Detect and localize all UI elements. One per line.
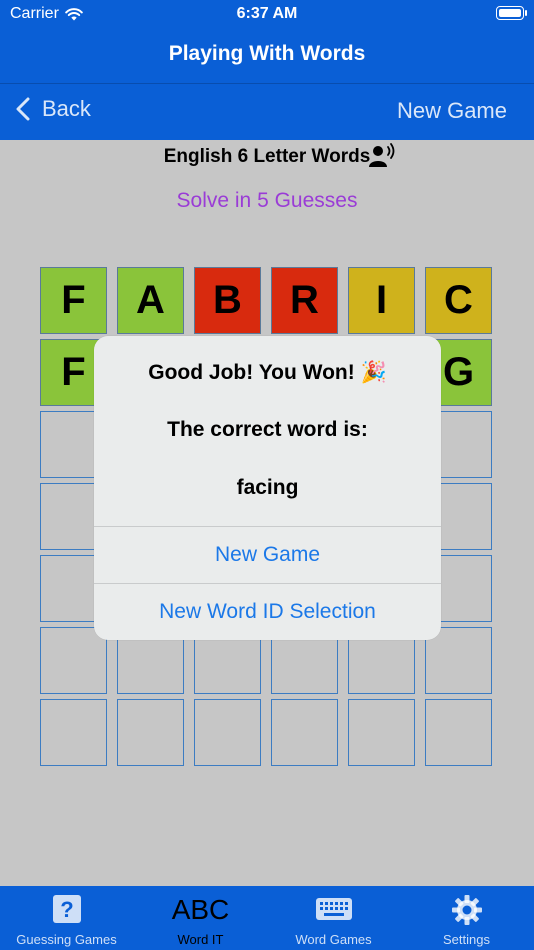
svg-text:?: ? <box>60 897 73 922</box>
header: Carrier 6:37 AM Playing With Words Back … <box>0 0 534 140</box>
grid-cell <box>271 699 338 766</box>
tab-label: Word Games <box>295 932 372 947</box>
tab-label: Guessing Games <box>16 932 117 947</box>
tab-word-games[interactable]: Word Games <box>267 886 400 950</box>
new-word-id-selection-button[interactable]: New Word ID Selection <box>94 584 441 640</box>
new-game-nav-button[interactable]: New Game <box>397 98 507 124</box>
status-time: 6:37 AM <box>236 5 298 22</box>
game-subtitle: English 6 Letter Words <box>163 146 371 167</box>
alert-word: facing <box>236 476 299 499</box>
alert-title: Good Job! You Won! 🎉 <box>148 361 387 384</box>
tab-settings[interactable]: Settings <box>400 886 533 950</box>
chevron-left-icon <box>16 97 30 121</box>
tab-label: Word IT <box>177 932 224 947</box>
grid-cell: B <box>194 267 261 334</box>
nav-divider <box>0 83 534 84</box>
tab-word-it[interactable]: ABC Word IT <box>134 886 267 950</box>
tab-bar: ? Guessing Games ABC Word IT Word Games <box>0 886 534 950</box>
alert-new-game-button[interactable]: New Game <box>94 527 441 583</box>
grid-cell: R <box>271 267 338 334</box>
back-button[interactable]: Back <box>16 96 91 122</box>
tab-label: Settings <box>443 932 490 947</box>
grid-cell: I <box>348 267 415 334</box>
grid-cell <box>117 699 184 766</box>
guesses-label: Solve in 5 Guesses <box>176 189 358 212</box>
abc-icon: ABC <box>171 894 230 925</box>
keyboard-icon <box>315 898 352 920</box>
grid-cell <box>425 699 492 766</box>
back-label: Back <box>42 96 91 121</box>
grid-cell <box>348 699 415 766</box>
grid-cell: F <box>40 267 107 334</box>
tab-guessing-games[interactable]: ? Guessing Games <box>0 886 133 950</box>
battery-icon <box>496 6 527 20</box>
status-bar: Carrier 6:37 AM <box>0 0 534 30</box>
grid-cell: C <box>425 267 492 334</box>
win-alert: Good Job! You Won! 🎉 The correct word is… <box>94 336 441 640</box>
app-title: Playing With Words <box>168 42 366 65</box>
grid-cell <box>194 699 261 766</box>
grid-cell <box>40 699 107 766</box>
grid-cell: A <box>117 267 184 334</box>
alert-message: The correct word is: <box>167 418 368 441</box>
speak-icon[interactable] <box>368 143 396 174</box>
question-icon: ? <box>52 895 81 923</box>
gear-icon <box>451 895 482 925</box>
